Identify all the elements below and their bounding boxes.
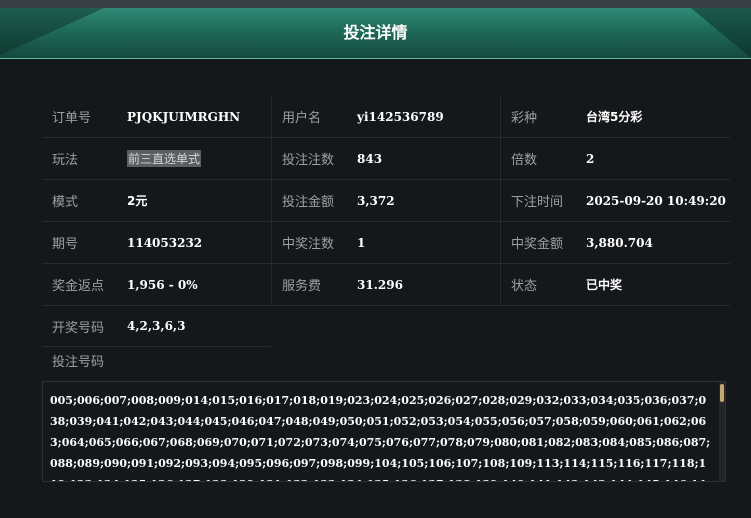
- bet-count-label: 投注注数: [282, 153, 335, 168]
- win-count-label: 中奖注数: [282, 237, 335, 252]
- username-value: yi142536789: [357, 109, 444, 124]
- bet-count-cell: 投注注数 843: [271, 138, 500, 179]
- bet-numbers-label: 投注号码: [52, 355, 105, 370]
- mode-label: 模式: [52, 195, 79, 210]
- detail-row: 开奖号码 4,2,3,6,3: [42, 306, 730, 347]
- detail-row: 订单号 PJQKJUIMRGHN 用户名 yi142536789 彩种 台湾5分…: [42, 96, 730, 138]
- issue-label: 期号: [52, 237, 79, 252]
- lottery-value: 台湾5分彩: [586, 110, 643, 124]
- order-no-value: PJQKJUIMRGHN: [127, 109, 241, 124]
- bet-time-value: 2025-09-20 10:49:20: [586, 193, 726, 208]
- lottery-label: 彩种: [511, 111, 538, 126]
- status-value: 已中奖: [586, 278, 623, 292]
- rebate-cell: 奖金返点 1,956 - 0%: [42, 264, 271, 305]
- win-amount-value: 3,880.704: [586, 235, 653, 250]
- detail-row: 期号 114053232 中奖注数 1 中奖金额 3,880.704: [42, 222, 730, 264]
- scrollbar-thumb[interactable]: [720, 384, 724, 402]
- issue-value: 114053232: [127, 235, 203, 250]
- top-border: [0, 0, 751, 8]
- service-fee-cell: 服务费 31.296: [271, 264, 500, 305]
- detail-row: 奖金返点 1,956 - 0% 服务费 31.296 状态 已中奖: [42, 264, 730, 306]
- multiple-label: 倍数: [511, 153, 538, 168]
- order-no-cell: 订单号 PJQKJUIMRGHN: [42, 96, 271, 137]
- win-amount-cell: 中奖金额 3,880.704: [500, 222, 730, 263]
- draw-numbers-value: 4,2,3,6,3: [127, 319, 186, 333]
- bet-numbers-box[interactable]: 005;006;007;008;009;014;015;016;017;018;…: [42, 381, 726, 482]
- bet-time-cell: 下注时间 2025-09-20 10:49:20: [500, 180, 730, 221]
- status-label: 状态: [511, 279, 538, 294]
- bet-numbers-text: 005;006;007;008;009;014;015;016;017;018;…: [50, 394, 711, 481]
- detail-grid: 订单号 PJQKJUIMRGHN 用户名 yi142536789 彩种 台湾5分…: [42, 96, 730, 347]
- play-cell: 玩法 前三直选单式: [42, 138, 271, 179]
- play-value: 前三直选单式: [127, 150, 202, 167]
- bet-time-label: 下注时间: [511, 195, 564, 210]
- rebate-value: 1,956 - 0%: [127, 277, 198, 292]
- draw-numbers-label: 开奖号码: [52, 320, 105, 336]
- win-count-value: 1: [357, 235, 366, 250]
- status-cell: 状态 已中奖: [500, 264, 730, 305]
- bet-amount-value: 3,372: [357, 193, 395, 208]
- mode-value: 2元: [127, 194, 148, 208]
- draw-numbers-cell: 开奖号码 4,2,3,6,3: [42, 306, 271, 347]
- bet-detail-page: 投注详情 订单号 PJQKJUIMRGHN 用户名 yi142536789 彩种…: [0, 0, 751, 518]
- issue-cell: 期号 114053232: [42, 222, 271, 263]
- rebate-label: 奖金返点: [52, 279, 105, 294]
- detail-row: 玩法 前三直选单式 投注注数 843 倍数 2: [42, 138, 730, 180]
- order-no-label: 订单号: [52, 111, 92, 126]
- multiple-cell: 倍数 2: [500, 138, 730, 179]
- bet-count-value: 843: [357, 151, 383, 166]
- bet-amount-label: 投注金额: [282, 195, 335, 210]
- multiple-value: 2: [586, 151, 595, 166]
- service-fee-label: 服务费: [282, 279, 322, 294]
- service-fee-value: 31.296: [357, 277, 403, 292]
- header-bar: 投注详情: [0, 8, 751, 59]
- mode-cell: 模式 2元: [42, 180, 271, 221]
- win-count-cell: 中奖注数 1: [271, 222, 500, 263]
- bet-numbers-scrollbar[interactable]: [719, 382, 725, 481]
- win-amount-label: 中奖金额: [511, 237, 564, 252]
- username-label: 用户名: [282, 111, 322, 126]
- bet-amount-cell: 投注金额 3,372: [271, 180, 500, 221]
- lottery-cell: 彩种 台湾5分彩: [500, 96, 730, 137]
- username-cell: 用户名 yi142536789: [271, 96, 500, 137]
- play-label: 玩法: [52, 153, 79, 168]
- page-title: 投注详情: [343, 23, 408, 42]
- detail-row: 模式 2元 投注金额 3,372 下注时间 2025-09-20 10:49:2…: [42, 180, 730, 222]
